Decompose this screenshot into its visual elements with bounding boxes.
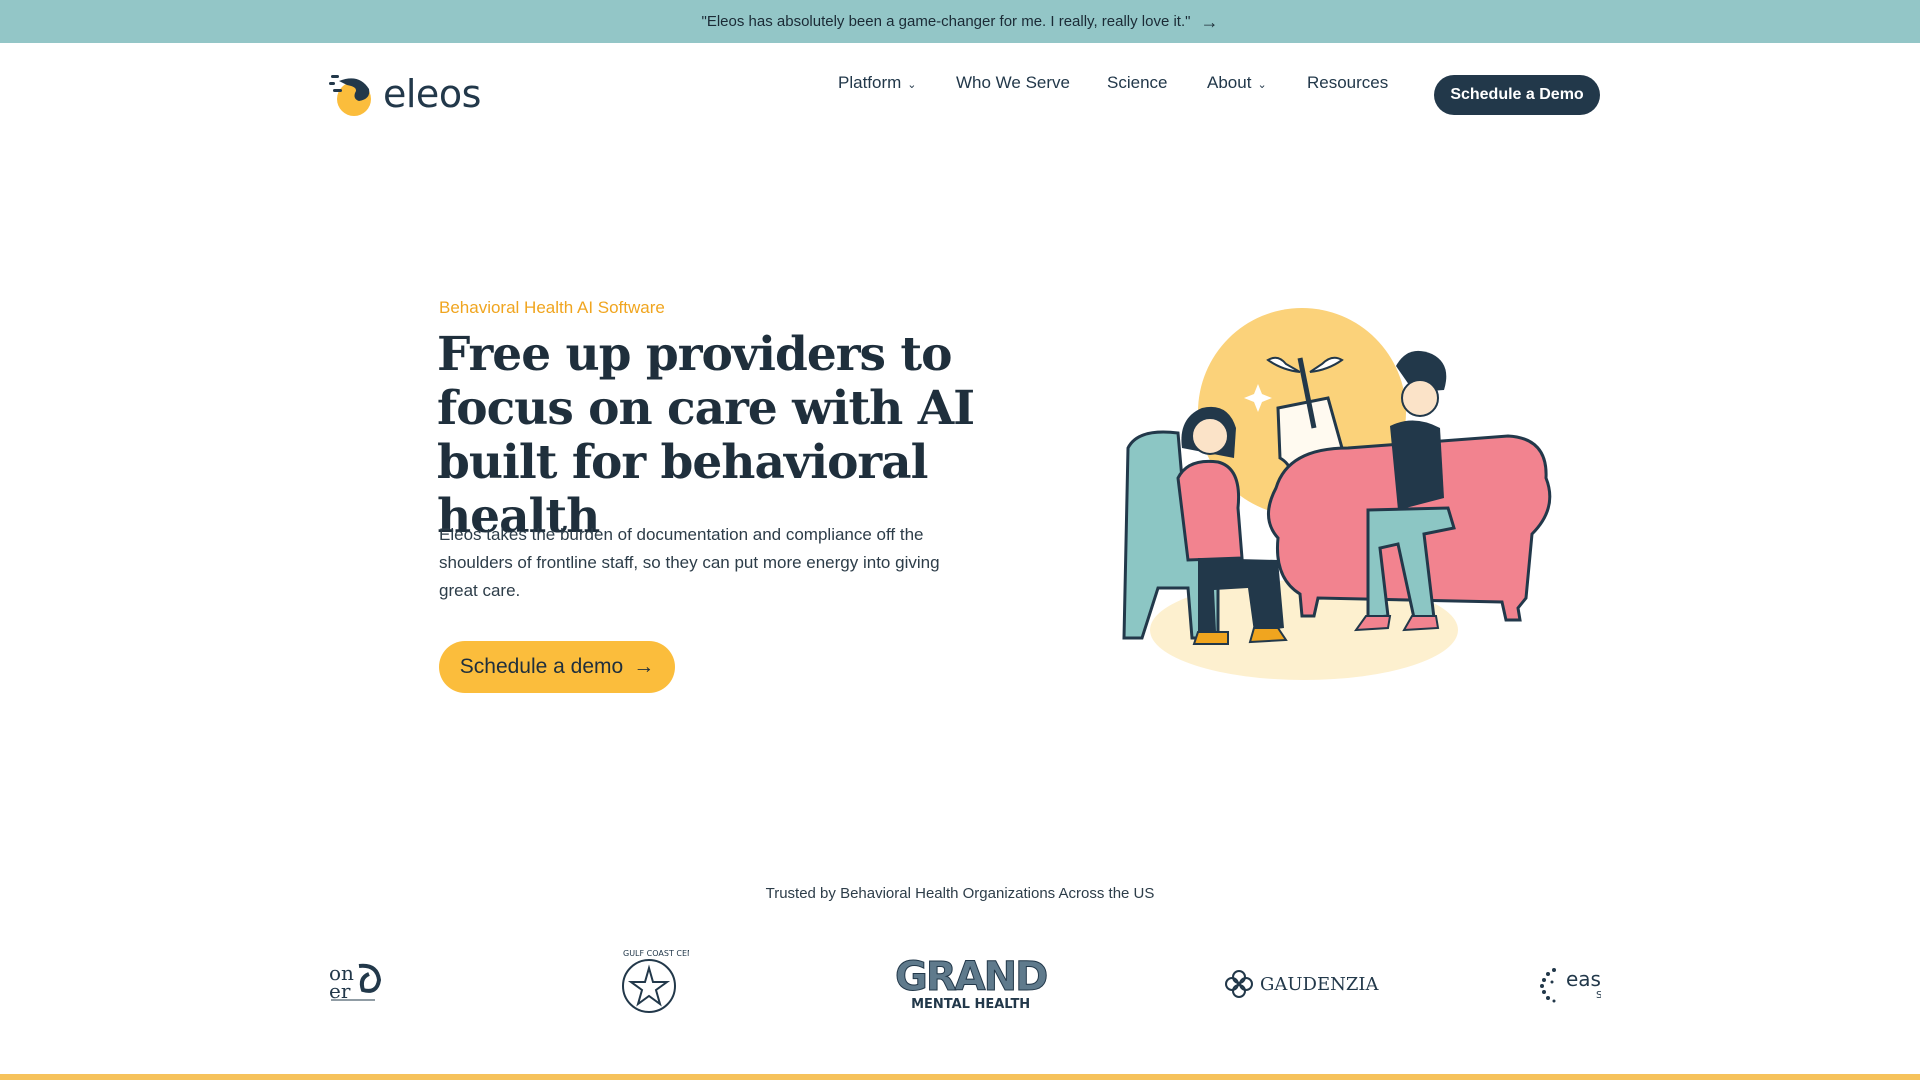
gulf-coast-text: GULF COAST CENTER bbox=[623, 949, 689, 958]
announcement-bar[interactable]: "Eleos has absolutely been a game-change… bbox=[0, 0, 1920, 43]
schedule-demo-header-button[interactable]: Schedule a Demo bbox=[1434, 75, 1600, 115]
trusted-heading: Trusted by Behavioral Health Organizatio… bbox=[765, 885, 1155, 902]
easter-subtext: Serv bbox=[1596, 989, 1601, 1001]
partial-logo-text: on er bbox=[329, 961, 354, 1003]
nav-resources[interactable]: Resources bbox=[1307, 73, 1388, 93]
hero-eyebrow: Behavioral Health AI Software bbox=[439, 298, 665, 317]
logo-wordmark: eleos bbox=[383, 72, 481, 116]
nav-platform-label: Platform bbox=[838, 73, 902, 92]
grand-logo-text: GRAND bbox=[894, 953, 1048, 1000]
chevron-down-icon: ⌄ bbox=[1257, 78, 1267, 91]
client-logo-gulf-coast-center: GULF COAST CENTER bbox=[609, 944, 689, 1024]
nav-about[interactable]: About ⌄ bbox=[1207, 73, 1267, 93]
easter-seals-dots-icon bbox=[1540, 968, 1556, 1003]
client-logo-gaudenzia: GAUDENZIA bbox=[1224, 944, 1379, 1024]
schedule-demo-hero-button[interactable]: Schedule a demo → bbox=[439, 641, 675, 693]
announcement-text: "Eleos has absolutely been a game-change… bbox=[701, 13, 1191, 30]
nav-science-label: Science bbox=[1107, 73, 1168, 92]
arrow-right-icon: → bbox=[1200, 11, 1219, 32]
nav-platform[interactable]: Platform ⌄ bbox=[838, 73, 917, 93]
nav-resources-label: Resources bbox=[1307, 73, 1389, 92]
gaudenzia-flower-icon bbox=[1225, 970, 1253, 998]
chevron-down-icon: ⌄ bbox=[907, 78, 917, 91]
site-header: eleos Platform ⌄ Who We Serve Science Ab… bbox=[0, 43, 1920, 147]
client-logos-carousel: oner GULF COAST CENTER GRAND MENTAL HEAL… bbox=[329, 944, 1601, 1024]
nav-who-we-serve[interactable]: Who We Serve bbox=[956, 73, 1070, 93]
easter-text: easter bbox=[1566, 966, 1601, 991]
eleos-logo-mark-icon bbox=[329, 69, 375, 119]
client-logo-grand-mental-health: GRAND MENTAL HEALTH bbox=[894, 944, 1048, 1024]
gaudenzia-text: GAUDENZIA bbox=[1260, 973, 1379, 995]
bottom-accent-bar bbox=[0, 1074, 1920, 1080]
hero-title: Free up providers to focus on care with … bbox=[437, 327, 975, 544]
arrow-right-icon: → bbox=[633, 655, 655, 678]
hero-illustration bbox=[1118, 298, 1568, 688]
schedule-demo-hero-label: Schedule a demo bbox=[459, 655, 624, 678]
client-logo-partial-left: on er bbox=[329, 944, 389, 1024]
nav-who-we-serve-label: Who We Serve bbox=[956, 73, 1071, 92]
eleos-logo[interactable]: eleos bbox=[329, 69, 481, 119]
client-logo-easter-seals: easter Serv bbox=[1538, 944, 1601, 1024]
nav-science[interactable]: Science bbox=[1107, 73, 1167, 93]
grand-logo-subtext: MENTAL HEALTH bbox=[911, 996, 1031, 1012]
hero-description: Eleos takes the burden of documentation … bbox=[439, 525, 940, 600]
nav-about-label: About bbox=[1207, 73, 1252, 92]
